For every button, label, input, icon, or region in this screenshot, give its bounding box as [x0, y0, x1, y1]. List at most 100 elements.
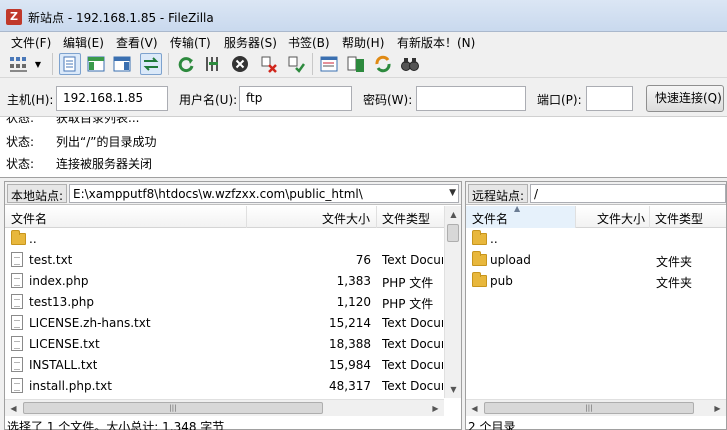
folder-icon — [11, 230, 26, 247]
remote-pane: 远程站点: / 文件名 ▲ 文件大小 文件类型 .. upload 文件夹 pu… — [465, 181, 727, 430]
file-type: Text Document — [382, 253, 443, 267]
log-message: 连接被服务器关闭 — [56, 157, 153, 171]
file-size: 48,317 — [329, 379, 371, 393]
local-col-size[interactable]: 文件大小 — [247, 206, 377, 228]
local-site-label: 本地站点: — [7, 184, 68, 203]
menu-bookmarks[interactable]: 书签(B) — [288, 34, 330, 51]
scroll-right-icon[interactable]: ▶ — [709, 400, 726, 417]
file-size: 1,120 — [336, 295, 371, 309]
reconnect-icon[interactable] — [285, 53, 307, 75]
dropdown-arrow-icon[interactable]: ▼ — [32, 53, 44, 75]
password-label: 密码(W): — [363, 93, 413, 107]
toggle-local-tree-icon[interactable] — [85, 53, 107, 75]
remote-path-combo[interactable]: / — [530, 184, 726, 203]
file-name: index.php — [29, 274, 89, 288]
menu-transfer[interactable]: 传输(T) — [170, 34, 211, 51]
text-file-icon — [11, 336, 25, 352]
username-input[interactable]: ftp — [239, 86, 352, 111]
remote-site-bar: 远程站点: / — [466, 182, 726, 205]
menu-server[interactable]: 服务器(S) — [224, 34, 277, 51]
scroll-left-icon[interactable]: ◀ — [5, 400, 22, 417]
quickconnect-bar: 主机(H): 192.168.1.85 用户名(U): ftp 密码(W): 端… — [0, 79, 727, 117]
port-label: 端口(P): — [537, 93, 582, 107]
menu-file[interactable]: 文件(F) — [11, 34, 51, 51]
toggle-remote-tree-icon[interactable] — [111, 53, 133, 75]
scroll-up-icon[interactable]: ▲ — [445, 206, 462, 223]
title-bar: Z 新站点 - 192.168.1.85 - FileZilla — [0, 0, 727, 32]
quickconnect-button[interactable]: 快速连接(Q) — [646, 85, 724, 112]
cancel-icon[interactable] — [229, 53, 251, 75]
toolbar: ▼ — [0, 50, 727, 78]
toolbar-separator — [52, 53, 53, 75]
local-site-bar: 本地站点: E:\xampputf8\htdocs\w.wzfzxx.com\p… — [5, 182, 461, 205]
local-path-combo[interactable]: E:\xampputf8\htdocs\w.wzfzxx.com\public_… — [69, 184, 459, 203]
password-input[interactable] — [416, 86, 526, 111]
folder-icon — [472, 251, 487, 268]
host-input[interactable]: 192.168.1.85 — [56, 86, 168, 111]
list-item[interactable]: upload 文件夹 — [466, 250, 726, 271]
local-horizontal-scrollbar[interactable]: ◀ ||| ▶ — [5, 399, 444, 416]
text-file-icon — [11, 378, 25, 394]
toggle-queue-icon[interactable] — [140, 53, 162, 75]
folder-icon — [472, 230, 487, 247]
list-item[interactable]: index.php 1,383 PHP 文件 — [5, 271, 461, 292]
disconnect-icon[interactable] — [258, 53, 280, 75]
scroll-thumb[interactable]: ||| — [484, 402, 694, 414]
list-item[interactable]: INSTALL.txt 15,984 Text Document — [5, 355, 461, 376]
list-item[interactable]: .. — [466, 229, 726, 250]
file-size: 15,214 — [329, 316, 371, 330]
file-size: 15,984 — [329, 358, 371, 372]
filter-icon[interactable] — [318, 53, 340, 75]
message-log[interactable]: 状态: 获取目录列表... 状态: 列出“/”的目录成功 状态: 连接被服务器关… — [0, 117, 727, 178]
list-item[interactable]: install.php.txt 48,317 Text Document — [5, 376, 461, 397]
list-item[interactable]: LICENSE.txt 18,388 Text Document — [5, 334, 461, 355]
remote-horizontal-scrollbar[interactable]: ◀ ||| ▶ — [466, 399, 726, 416]
local-vertical-scrollbar[interactable]: ▲ ▼ — [444, 206, 461, 398]
local-col-name[interactable]: 文件名 — [5, 206, 247, 228]
file-type: Text Document — [382, 379, 443, 393]
search-icon[interactable] — [399, 53, 421, 75]
log-status-key: 状态: — [6, 117, 35, 125]
local-status-text: 选择了 1 个文件。大小总计: 1,348 字节 — [7, 420, 225, 430]
list-item[interactable]: LICENSE.zh-hans.txt 15,214 Text Document — [5, 313, 461, 334]
local-path-text: E:\xampputf8\htdocs\w.wzfzxx.com\public_… — [73, 187, 363, 201]
compare-icon[interactable] — [345, 53, 367, 75]
remote-col-type[interactable]: 文件类型 — [650, 206, 727, 228]
list-item[interactable]: pub 文件夹 — [466, 271, 726, 292]
menu-edit[interactable]: 编辑(E) — [63, 34, 104, 51]
file-name: install.php.txt — [29, 379, 112, 393]
log-status-key: 状态: — [6, 135, 35, 149]
username-label: 用户名(U): — [179, 93, 238, 107]
remote-column-header: 文件名 ▲ 文件大小 文件类型 — [466, 206, 726, 228]
process-queue-icon[interactable] — [201, 53, 223, 75]
remote-status-text: 2 个目录 — [468, 420, 516, 430]
port-input[interactable] — [586, 86, 633, 111]
local-col-type[interactable]: 文件类型 — [377, 206, 445, 228]
remote-col-size[interactable]: 文件大小 — [576, 206, 650, 228]
sync-browse-icon[interactable] — [372, 53, 394, 75]
window-title: 新站点 - 192.168.1.85 - FileZilla — [28, 11, 214, 25]
scroll-thumb[interactable] — [447, 224, 459, 242]
text-file-icon — [11, 357, 25, 373]
menu-help[interactable]: 帮助(H) — [342, 34, 384, 51]
menu-view[interactable]: 查看(V) — [116, 34, 158, 51]
scroll-left-icon[interactable]: ◀ — [466, 400, 483, 417]
list-item[interactable]: .. — [5, 229, 461, 250]
list-item[interactable]: test13.php 1,120 PHP 文件 — [5, 292, 461, 313]
toggle-log-icon[interactable] — [59, 53, 81, 75]
site-manager-icon[interactable] — [8, 53, 30, 75]
log-message: 获取目录列表... — [56, 117, 140, 125]
remote-col-name[interactable]: 文件名 ▲ — [466, 206, 576, 228]
scroll-thumb[interactable]: ||| — [23, 402, 323, 414]
file-type: Text Document — [382, 337, 443, 351]
log-message: 列出“/”的目录成功 — [56, 135, 157, 149]
toolbar-separator — [312, 53, 313, 75]
scroll-right-icon[interactable]: ▶ — [427, 400, 444, 417]
file-name: test13.php — [29, 295, 94, 309]
file-type: 文件夹 — [656, 255, 693, 269]
chevron-down-icon[interactable]: ▼ — [449, 188, 456, 198]
refresh-icon[interactable] — [175, 53, 197, 75]
list-item[interactable]: test.txt 76 Text Document — [5, 250, 461, 271]
scroll-down-icon[interactable]: ▼ — [445, 381, 462, 398]
menu-new-version[interactable]: 有新版本！(N) — [397, 34, 475, 51]
